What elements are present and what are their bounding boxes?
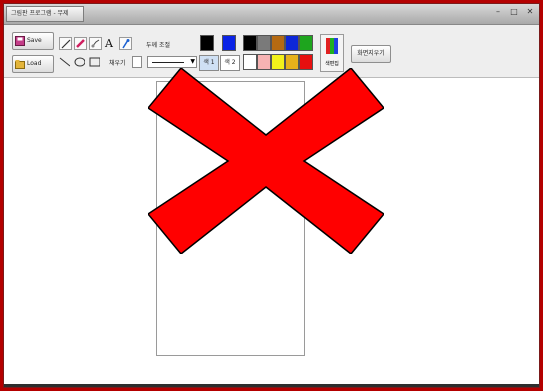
eraser-tool[interactable] bbox=[74, 37, 87, 50]
maximize-button[interactable]: □ bbox=[509, 7, 519, 17]
fill-icon bbox=[122, 39, 130, 49]
pencil-tool[interactable] bbox=[59, 37, 72, 50]
brush-tool[interactable] bbox=[89, 37, 102, 50]
rectangle-tool[interactable] bbox=[89, 56, 102, 69]
ellipse-tool[interactable] bbox=[74, 56, 87, 69]
close-button[interactable]: ✕ bbox=[525, 7, 535, 17]
palette-swatch[interactable] bbox=[257, 35, 271, 51]
bottom-border bbox=[4, 384, 539, 387]
ellipse-icon bbox=[74, 57, 85, 67]
error-x-icon bbox=[148, 68, 384, 254]
line-width-select[interactable]: ▼ bbox=[147, 56, 197, 68]
load-icon bbox=[15, 59, 25, 69]
save-button[interactable]: Save bbox=[12, 32, 54, 50]
chevron-down-icon: ▼ bbox=[190, 58, 195, 65]
color2-preview bbox=[222, 35, 236, 51]
line-preview bbox=[152, 62, 184, 63]
palette-swatch[interactable] bbox=[271, 35, 285, 51]
clear-button[interactable]: 화면지우기 bbox=[351, 45, 391, 63]
save-icon bbox=[15, 36, 25, 46]
fill-tool[interactable] bbox=[119, 37, 132, 50]
palette-icon bbox=[326, 38, 338, 54]
text-tool[interactable]: A bbox=[104, 37, 117, 50]
text-icon: A bbox=[104, 37, 114, 48]
fill-label: 채우기 bbox=[109, 60, 126, 67]
window-controls: – □ ✕ bbox=[493, 7, 535, 17]
load-label: Load bbox=[27, 60, 42, 67]
edit-colors-label: 색편집 bbox=[325, 61, 339, 67]
title-bar: 그림판 프로그램 - 무제 – □ ✕ bbox=[4, 4, 539, 25]
rectangle-icon bbox=[89, 57, 100, 67]
fill-checkbox[interactable] bbox=[132, 56, 142, 68]
line-icon bbox=[59, 57, 70, 67]
pencil-icon bbox=[61, 39, 71, 49]
window-title: 그림판 프로그램 - 무제 bbox=[6, 6, 84, 22]
save-label: Save bbox=[27, 37, 42, 44]
size-label: 두께 조절 bbox=[146, 42, 170, 49]
palette-swatch[interactable] bbox=[243, 35, 257, 51]
palette-swatch[interactable] bbox=[299, 35, 313, 51]
eraser-icon bbox=[76, 39, 85, 48]
svg-text:A: A bbox=[104, 37, 114, 48]
edit-colors-button[interactable]: 색편집 bbox=[320, 34, 344, 72]
color1-preview bbox=[200, 35, 214, 51]
minimize-button[interactable]: – bbox=[493, 7, 503, 17]
line-tool[interactable] bbox=[59, 56, 72, 69]
load-button[interactable]: Load bbox=[12, 55, 54, 73]
palette-swatch[interactable] bbox=[285, 35, 299, 51]
brush-icon bbox=[91, 39, 100, 48]
